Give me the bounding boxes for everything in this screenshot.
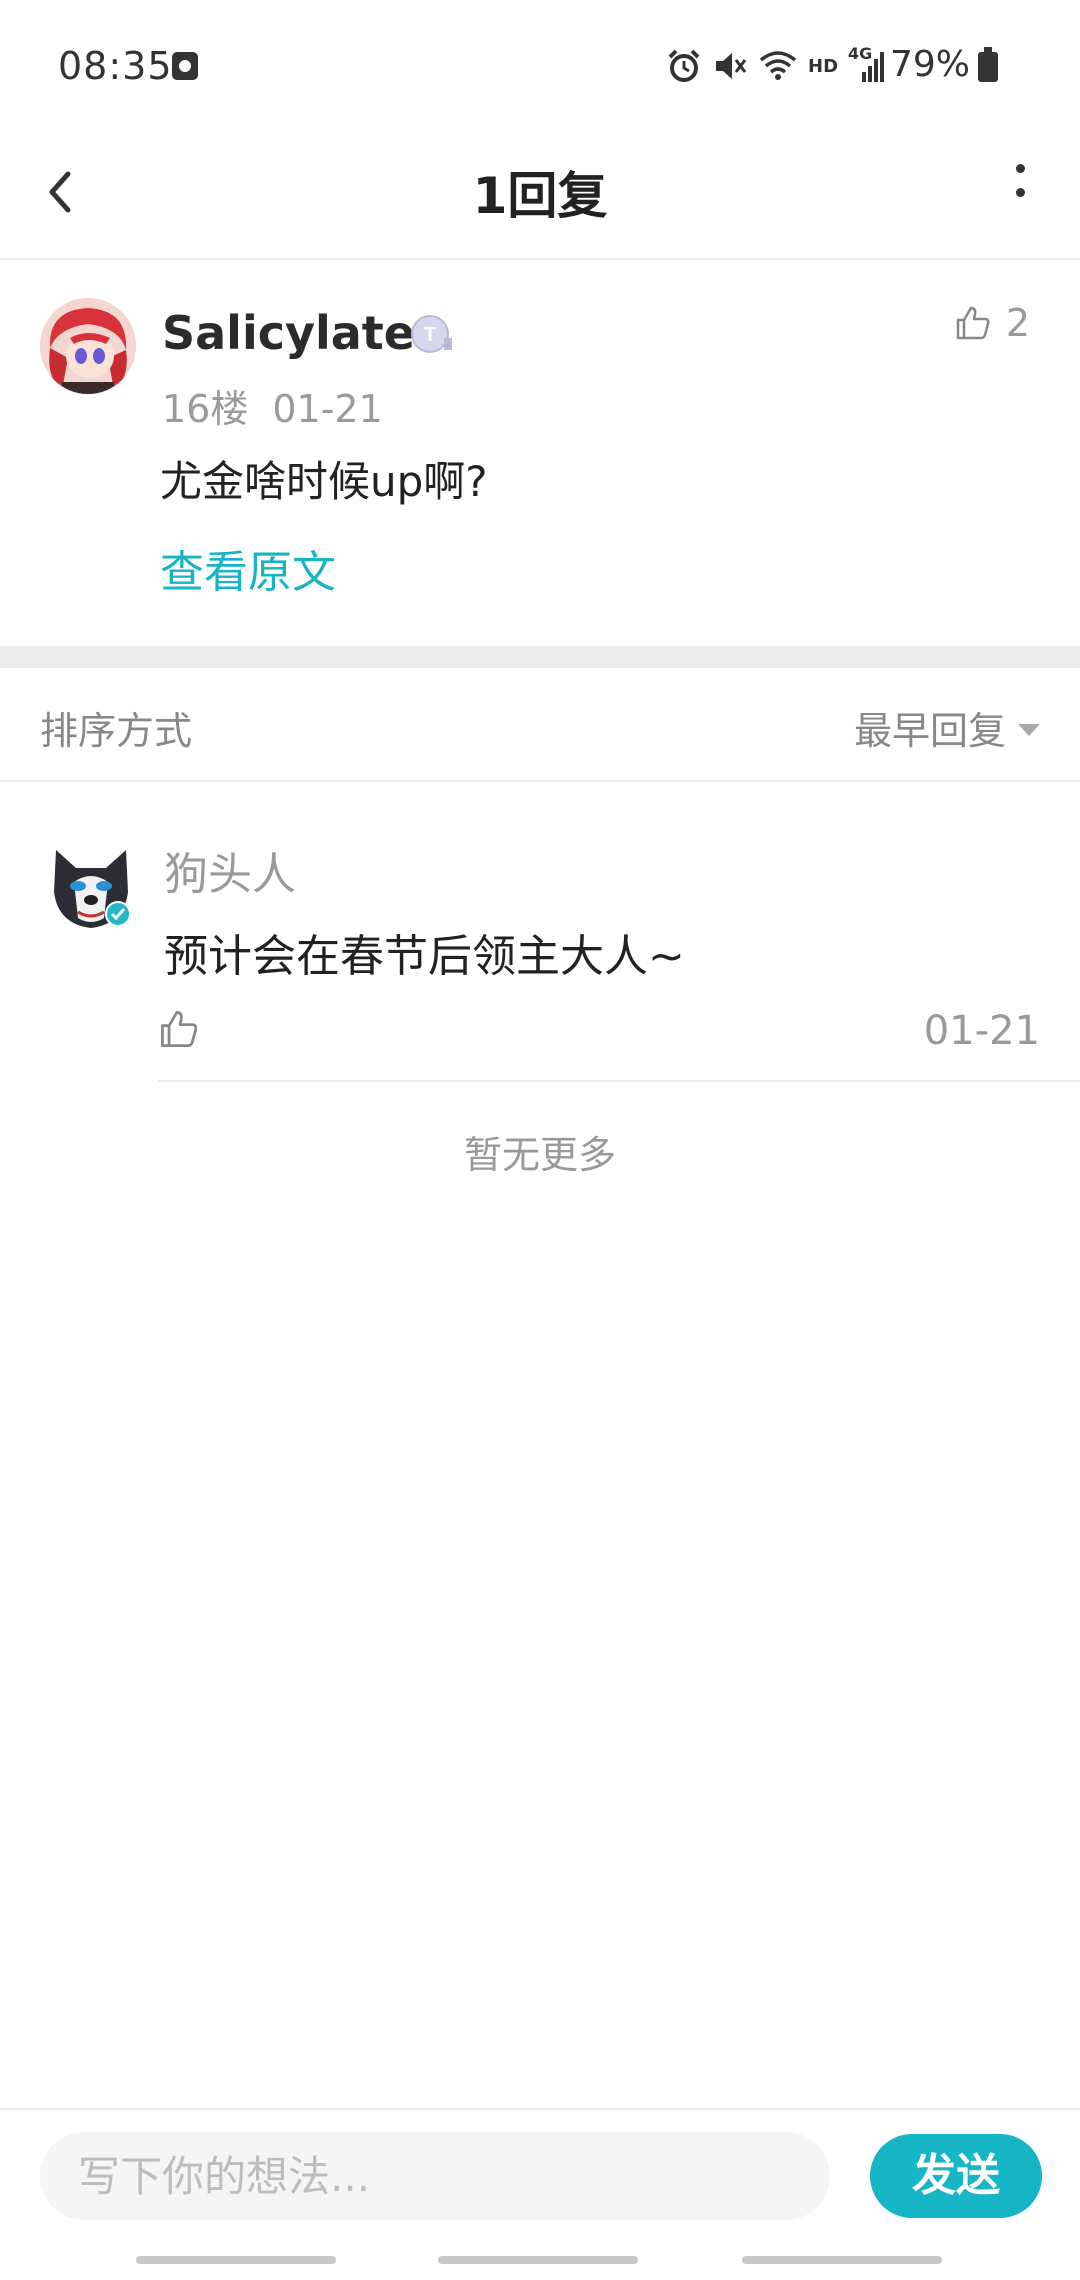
nav-back[interactable] [742,2256,942,2264]
reply-username[interactable]: 狗头人 [164,838,296,902]
top-bar: 1回复 [0,130,1080,260]
reply-content: 预计会在春节后领主大人~ [164,931,685,982]
screen-record-icon [172,52,198,80]
system-nav-bar [0,2242,1080,2280]
status-icons-group: HD 4G 79% [580,40,1080,90]
post-floor: 16楼 [162,387,249,431]
hd-indicator: HD [808,55,839,77]
svg-text:T: T [424,324,436,346]
wifi-icon [759,51,797,80]
avatar[interactable] [40,298,136,394]
page-title: 1回复 [472,167,608,225]
battery-icon [978,47,998,82]
divider [158,1080,1080,1082]
sort-bar: 排序方式 最早回复 [0,668,1080,782]
post-like-button[interactable]: 2 [954,298,1030,348]
avatar-image [54,850,131,928]
section-divider [0,646,1080,668]
no-more-text: 暂无更多 [463,1133,616,1177]
send-button[interactable]: 发送 [870,2134,1042,2218]
sort-selected-value: 最早回复 [853,709,1006,753]
caret-down-icon [1018,723,1040,736]
post-username[interactable]: Salicylates [162,306,442,360]
battery-percent: 79% [890,44,971,85]
original-post: Salicylates T 16楼 01-21 尤金啥时候up啊? 查看原文 2 [0,260,1080,646]
comment-bar: 发送 [0,2108,1080,2244]
alarm-icon [668,49,700,82]
list-item: 狗头人 预计会在春节后领主大人~ 01-21 [0,782,1080,1082]
network-indicator: 4G [848,44,888,84]
avatar[interactable] [46,842,136,932]
nav-recent-apps[interactable] [136,2256,336,2264]
status-time: 08:35 [58,44,173,88]
status-bar: 08:35 HD 4G 79% [0,0,1080,130]
thumbs-up-icon [956,306,990,340]
post-date: 01-21 [272,387,383,431]
post-like-count: 2 [1005,301,1030,345]
post-meta: 16楼 01-21 [162,378,407,433]
sort-dropdown[interactable]: 最早回复 [854,700,1040,755]
thumbs-up-icon[interactable] [158,1008,200,1050]
post-content: 尤金啥时候up啊? [160,457,488,506]
more-options-icon[interactable] [1010,164,1030,224]
view-original-link[interactable]: 查看原文 [160,536,336,600]
comment-input[interactable] [40,2132,830,2220]
sort-label: 排序方式 [40,709,193,753]
avatar-image [40,298,136,394]
mute-icon [716,53,747,79]
signal-icon [862,52,885,82]
level-badge-icon: T [411,315,452,353]
reply-date: 01-21 [923,1008,1040,1054]
nav-home[interactable] [438,2256,638,2264]
